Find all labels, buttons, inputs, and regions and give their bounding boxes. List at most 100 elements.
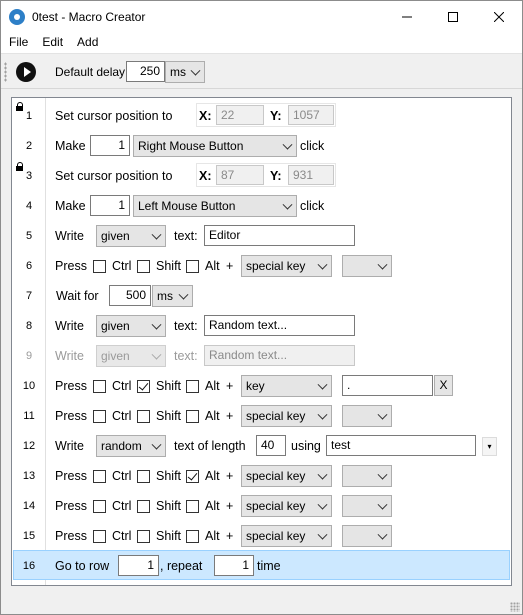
shift-label: Shift bbox=[156, 469, 182, 483]
chevron-down-icon bbox=[317, 379, 328, 390]
special-key-select[interactable] bbox=[342, 465, 392, 487]
write-text-input[interactable]: Random text... bbox=[204, 315, 355, 336]
special-key-select[interactable] bbox=[342, 255, 392, 277]
key-value-input[interactable]: . bbox=[342, 375, 433, 396]
goto-row-input[interactable]: 1 bbox=[118, 555, 159, 576]
key-type-value: special key bbox=[246, 259, 306, 273]
shift-checkbox[interactable] bbox=[137, 380, 150, 393]
chevron-down-icon bbox=[190, 65, 201, 76]
chevron-down-icon bbox=[377, 259, 388, 270]
x-coordinate-input[interactable]: 22 bbox=[216, 105, 264, 125]
click-count-input[interactable]: 1 bbox=[90, 195, 130, 216]
ctrl-checkbox[interactable] bbox=[93, 500, 106, 513]
mouse-button-select[interactable]: Left Mouse Button bbox=[133, 195, 297, 217]
row-label: Press bbox=[55, 469, 87, 483]
alt-checkbox[interactable] bbox=[186, 530, 199, 543]
menu-edit[interactable]: Edit bbox=[35, 32, 70, 53]
chevron-down-icon bbox=[151, 349, 162, 360]
click-suffix: click bbox=[300, 139, 325, 153]
x-label: X: bbox=[199, 109, 212, 123]
shift-checkbox[interactable] bbox=[137, 260, 150, 273]
shift-checkbox[interactable] bbox=[137, 530, 150, 543]
default-delay-input[interactable]: 250 bbox=[126, 61, 165, 82]
key-type-value: special key bbox=[246, 499, 306, 513]
ctrl-checkbox[interactable] bbox=[93, 410, 106, 423]
alt-checkbox[interactable] bbox=[186, 500, 199, 513]
row-number: 15 bbox=[22, 530, 36, 542]
y-coordinate-input[interactable]: 931 bbox=[288, 165, 334, 185]
key-type-select[interactable]: special key bbox=[241, 465, 332, 487]
write-mode-value: given bbox=[101, 349, 130, 363]
key-type-select[interactable]: special key bbox=[241, 255, 332, 277]
key-type-select[interactable]: key bbox=[241, 375, 332, 397]
special-key-select[interactable] bbox=[342, 495, 392, 517]
status-bar bbox=[1, 593, 522, 614]
text-length-input[interactable]: 40 bbox=[256, 435, 286, 456]
menu-add[interactable]: Add bbox=[70, 32, 105, 53]
alt-checkbox[interactable] bbox=[186, 470, 199, 483]
text-label: text: bbox=[174, 229, 198, 243]
row-number: 3 bbox=[25, 170, 33, 182]
maximize-button[interactable] bbox=[430, 1, 476, 32]
y-coordinate-input[interactable]: 1057 bbox=[288, 105, 334, 125]
resize-grip-icon[interactable] bbox=[510, 602, 520, 612]
ctrl-checkbox[interactable] bbox=[93, 470, 106, 483]
shift-checkbox[interactable] bbox=[137, 410, 150, 423]
alt-checkbox[interactable] bbox=[186, 410, 199, 423]
title-bar: 0test - Macro Creator bbox=[1, 1, 522, 32]
shift-checkbox[interactable] bbox=[137, 470, 150, 483]
ctrl-checkbox[interactable] bbox=[93, 530, 106, 543]
row-number: 11 bbox=[23, 410, 35, 422]
macro-list[interactable]: 1 Set cursor position to X: 22 Y: 1057 2… bbox=[11, 97, 512, 586]
row-label: Write bbox=[55, 349, 84, 363]
row-label: Go to row bbox=[55, 559, 110, 573]
y-label: Y: bbox=[270, 109, 282, 123]
write-mode-value: given bbox=[101, 319, 130, 333]
mouse-button-select[interactable]: Right Mouse Button bbox=[133, 135, 297, 157]
special-key-select[interactable] bbox=[342, 525, 392, 547]
key-type-select[interactable]: special key bbox=[241, 495, 332, 517]
gear-icon bbox=[9, 8, 25, 25]
charset-dropdown-button[interactable]: ▾ bbox=[482, 437, 497, 456]
ctrl-checkbox[interactable] bbox=[93, 380, 106, 393]
write-text-input[interactable]: Editor bbox=[204, 225, 355, 246]
wait-unit-select[interactable]: ms bbox=[152, 285, 193, 307]
ctrl-checkbox[interactable] bbox=[93, 260, 106, 273]
minimize-button[interactable] bbox=[384, 1, 430, 32]
toolbar: Default delay 250 ms bbox=[1, 53, 522, 89]
repeat-times-input[interactable]: 1 bbox=[214, 555, 254, 576]
play-button[interactable] bbox=[16, 62, 36, 82]
write-mode-select[interactable]: given bbox=[96, 345, 166, 367]
write-text-input[interactable]: Random text... bbox=[204, 345, 355, 366]
alt-checkbox[interactable] bbox=[186, 260, 199, 273]
x-coordinate-input[interactable]: 87 bbox=[216, 165, 264, 185]
toolbar-grip-icon[interactable] bbox=[4, 62, 7, 82]
write-mode-value: random bbox=[101, 439, 142, 453]
click-count-input[interactable]: 1 bbox=[90, 135, 130, 156]
chevron-down-icon bbox=[377, 409, 388, 420]
row-label: Set cursor position to bbox=[55, 169, 173, 183]
macro-creator-window: 0test - Macro Creator File Edit Add Defa… bbox=[0, 0, 523, 615]
alt-label: Alt bbox=[205, 259, 220, 273]
clear-key-button[interactable]: X bbox=[434, 375, 453, 396]
row-number: 16 bbox=[22, 560, 36, 572]
charset-input[interactable]: test bbox=[326, 435, 476, 456]
write-mode-select[interactable]: random bbox=[96, 435, 166, 457]
chevron-down-icon bbox=[151, 439, 162, 450]
menu-file[interactable]: File bbox=[1, 32, 35, 53]
write-mode-select[interactable]: given bbox=[96, 315, 166, 337]
default-delay-unit-select[interactable]: ms bbox=[165, 61, 205, 83]
write-mode-select[interactable]: given bbox=[96, 225, 166, 247]
special-key-select[interactable] bbox=[342, 405, 392, 427]
row-number: 9 bbox=[25, 350, 33, 362]
alt-checkbox[interactable] bbox=[186, 380, 199, 393]
mouse-button-value: Left Mouse Button bbox=[138, 199, 236, 213]
close-button[interactable] bbox=[476, 1, 522, 32]
row-number: 12 bbox=[22, 440, 36, 452]
key-type-select[interactable]: special key bbox=[241, 525, 332, 547]
wait-amount-input[interactable]: 500 bbox=[109, 285, 151, 306]
chevron-down-icon bbox=[151, 229, 162, 240]
row-label: Make bbox=[55, 139, 86, 153]
key-type-select[interactable]: special key bbox=[241, 405, 332, 427]
shift-checkbox[interactable] bbox=[137, 500, 150, 513]
